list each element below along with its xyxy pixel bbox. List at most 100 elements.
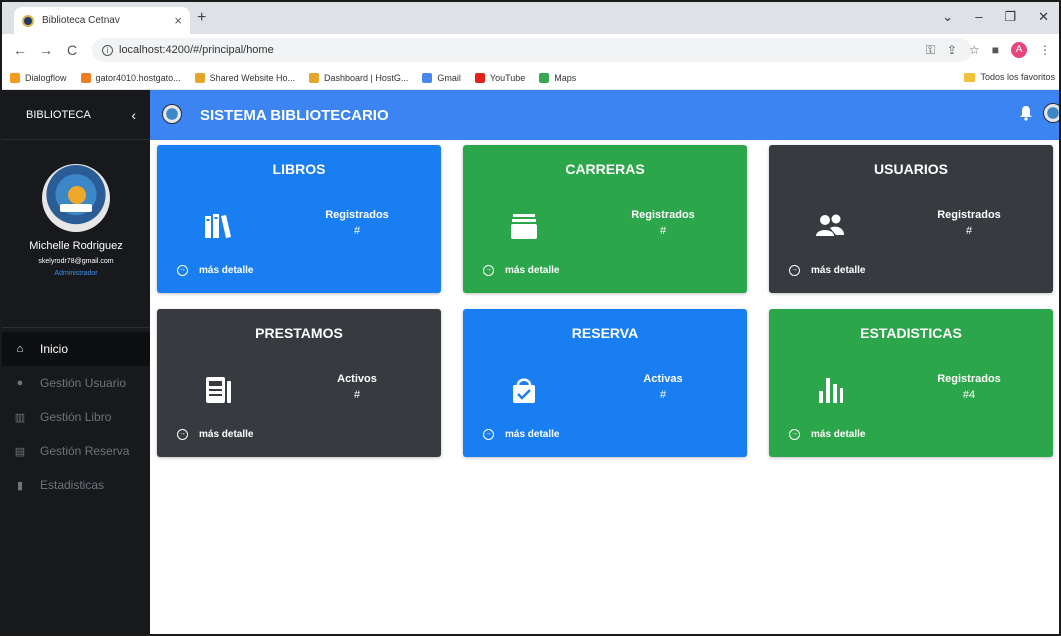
browser-tab-bar: Biblioteca Cetnav × + ⌄ – ❐ ✕	[2, 2, 1059, 34]
bookmark-item[interactable]: Dashboard | HostG...	[309, 72, 409, 83]
newspaper-icon	[206, 377, 231, 403]
sidebar-item-label: Inicio	[40, 342, 69, 356]
more-details-link[interactable]: → más detalle	[789, 429, 865, 440]
institution-logo	[42, 164, 110, 232]
more-details-link[interactable]: → más detalle	[789, 265, 865, 276]
all-bookmarks-label: Todos los favoritos	[980, 72, 1055, 82]
arrow-circle-icon: →	[483, 265, 494, 276]
header-logo	[162, 104, 182, 124]
books-icon: ▥	[14, 411, 26, 424]
card-title: PRESTAMOS	[255, 325, 343, 341]
sidebar-item-gesti-n-usuario[interactable]: ● Gestión Usuario	[2, 366, 150, 400]
card-label: Registrados	[631, 209, 695, 221]
bookmark-item[interactable]: Shared Website Ho...	[194, 72, 295, 83]
bookmarks-bar: Dialogflow gator4010.hostgato... Shared We…	[2, 66, 1059, 90]
more-details-label: más detalle	[199, 429, 254, 440]
calendar-icon: ▤	[14, 445, 26, 458]
bookmark-label: YouTube	[489, 72, 526, 83]
more-details-link[interactable]: → más detalle	[483, 265, 559, 276]
user-avatar[interactable]	[1043, 103, 1059, 123]
bookmark-label: gator4010.hostgato...	[95, 72, 181, 83]
bookmark-icon	[422, 72, 433, 83]
card-title: RESERVA	[571, 325, 639, 341]
card-label: Registrados	[937, 373, 1001, 385]
address-bar[interactable]: i localhost:4200/#/principal/home	[92, 38, 972, 62]
sidebar-menu: ⌂ Inicio ● Gestión Usuario ▥ Gestión Libro ▤ Ge…	[2, 332, 150, 502]
profile-avatar[interactable]: A	[1011, 42, 1027, 58]
sidebar-brand: BIBLIOTECA	[26, 108, 91, 121]
forward-button[interactable]: →	[38, 42, 54, 58]
menu-kebab-icon[interactable]: ⋮	[1039, 43, 1051, 57]
bookmark-item[interactable]: Gmail	[422, 72, 461, 83]
restore-button[interactable]: ❐	[1004, 9, 1016, 25]
card-prestamos: PRESTAMOS Activos # → más detalle	[157, 309, 441, 457]
card-label: Registrados	[937, 209, 1001, 221]
card-title: LIBROS	[272, 161, 326, 177]
card-libros: LIBROS Registrados # → más detalle	[157, 145, 441, 293]
share-icon[interactable]: ⇪	[947, 43, 957, 57]
user-role: Administrador	[54, 270, 98, 277]
favicon-icon	[22, 14, 34, 27]
bookmark-item[interactable]: Dialogflow	[10, 72, 67, 83]
more-details-link[interactable]: → más detalle	[177, 429, 253, 440]
shopping-bag-check-icon	[513, 378, 535, 403]
bell-icon[interactable]	[1019, 105, 1033, 121]
card-value: #	[965, 225, 973, 237]
dashboard-content: LIBROS Registrados # → más detalle CARRERAS Re…	[150, 140, 1059, 634]
star-icon[interactable]: ☆	[969, 43, 980, 57]
site-info-icon[interactable]: i	[102, 44, 113, 56]
sidebar-item-inicio[interactable]: ⌂ Inicio	[2, 332, 150, 366]
page-title: SISTEMA BIBLIOTECARIO	[200, 107, 389, 124]
bookmark-label: Maps	[554, 72, 577, 83]
close-window-button[interactable]: ✕	[1038, 9, 1049, 25]
key-icon[interactable]: ⚿	[926, 43, 935, 58]
minimize-button[interactable]: –	[975, 9, 982, 25]
card-value: #	[659, 389, 667, 401]
reload-button[interactable]: C	[64, 42, 80, 58]
bookmark-icon	[10, 72, 20, 83]
app-root: BIBLIOTECA ‹ Michelle Rodriguez skelyrod…	[2, 90, 1059, 634]
user-email: skelyrodr78@gmail.com	[38, 258, 114, 265]
books-icon	[205, 214, 231, 238]
toolbar-actions: ⚿ ⇪ ☆ ■ A ⋮	[926, 42, 1051, 58]
bookmark-item[interactable]: YouTube	[474, 72, 526, 83]
card-carreras: CARRERAS Registrados # → más detalle	[463, 145, 747, 293]
users-icon	[816, 214, 844, 236]
card-value: #	[353, 389, 361, 401]
app-header: SISTEMA BIBLIOTECARIO	[150, 90, 1059, 140]
folder-icon	[964, 72, 976, 82]
more-details-link[interactable]: → más detalle	[177, 265, 253, 276]
sidebar-item-gesti-n-libro[interactable]: ▥ Gestión Libro	[2, 400, 150, 434]
more-details-label: más detalle	[811, 429, 866, 440]
tab-title: Biblioteca Cetnav	[42, 15, 120, 26]
collapse-sidebar-button[interactable]: ‹	[131, 107, 136, 123]
card-value: #4	[962, 389, 976, 401]
arrow-circle-icon: →	[789, 265, 800, 276]
bookmark-label: Dashboard | HostG...	[324, 72, 409, 83]
bookmark-item[interactable]: gator4010.hostgato...	[80, 72, 181, 83]
tab-close-button[interactable]: ×	[174, 13, 182, 28]
arrow-circle-icon: →	[483, 429, 494, 440]
tab-search-button[interactable]: ⌄	[942, 9, 953, 25]
card-reserva: RESERVA Activas # → más detalle	[463, 309, 747, 457]
card-value: #	[353, 225, 361, 237]
bookmark-icon	[194, 72, 205, 83]
card-label: Activos	[337, 373, 377, 385]
sidebar-item-gesti-n-reserva[interactable]: ▤ Gestión Reserva	[2, 434, 150, 468]
bookmark-label: Gmail	[437, 72, 461, 83]
card-title: ESTADISTICAS	[860, 325, 962, 341]
arrow-circle-icon: →	[177, 265, 188, 276]
browser-tab[interactable]: Biblioteca Cetnav ×	[14, 7, 190, 34]
sidepanel-icon[interactable]: ■	[992, 43, 999, 57]
bookmark-item[interactable]: Maps	[539, 72, 577, 83]
more-details-label: más detalle	[505, 265, 560, 276]
sidebar-header: BIBLIOTECA ‹	[2, 90, 150, 140]
sidebar-item-label: Gestión Reserva	[40, 444, 130, 458]
all-bookmarks-folder[interactable]: Todos los favoritos	[964, 72, 1055, 82]
user-profile: Michelle Rodriguez skelyrodr78@gmail.com…	[2, 164, 150, 328]
more-details-link[interactable]: → más detalle	[483, 429, 559, 440]
sidebar-item-estadisticas[interactable]: ▮ Estadisticas	[2, 468, 150, 502]
bookmark-icon	[80, 72, 91, 83]
new-tab-button[interactable]: +	[197, 9, 206, 27]
back-button[interactable]: ←	[12, 42, 28, 58]
